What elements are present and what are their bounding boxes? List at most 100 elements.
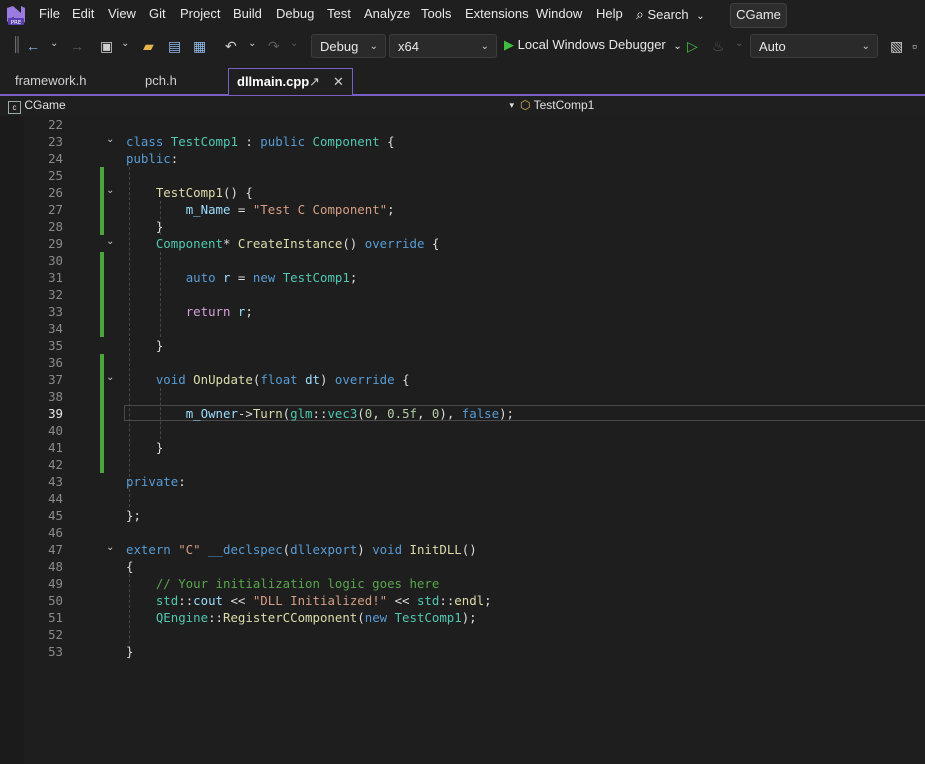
menu-window[interactable]: Window <box>536 6 582 21</box>
code-line[interactable]: 50 std::cout << "DLL Initialized!" << st… <box>0 592 925 609</box>
code-line[interactable]: 35 } <box>0 337 925 354</box>
code-token: ( <box>357 406 365 421</box>
code-line[interactable]: 49 // Your initialization logic goes her… <box>0 575 925 592</box>
code-text: }; <box>126 507 141 524</box>
menu-extensions[interactable]: Extensions <box>465 6 529 21</box>
search-button[interactable]: ⌕ Search ⌄ <box>636 6 705 23</box>
menu-help[interactable]: Help <box>596 6 623 21</box>
play-icon: ▶ <box>504 37 514 52</box>
code-line[interactable]: 51 QEngine::RegisterCComponent(new TestC… <box>0 609 925 626</box>
close-icon[interactable]: ✕ <box>333 69 344 95</box>
undo-icon[interactable]: ↶ <box>225 38 237 55</box>
line-number: 23 <box>48 134 63 149</box>
code-line[interactable]: 38 <box>0 388 925 405</box>
code-token: auto <box>185 270 223 285</box>
tab-dllmain-cpp[interactable]: dllmain.cpp ↗ ✕ <box>228 68 353 95</box>
start-without-debugging-icon[interactable]: ▷ <box>687 38 698 55</box>
tab-label: dllmain.cpp <box>237 74 310 89</box>
code-token: void <box>372 542 410 557</box>
auto-dropdown[interactable]: Auto ⌄ <box>750 34 878 58</box>
code-line[interactable]: 43 private: <box>0 473 925 490</box>
code-line[interactable]: 31 auto r = new TestComp1; <box>0 269 925 286</box>
code-line[interactable]: 42 <box>0 456 925 473</box>
code-line[interactable]: 39 m_Owner->Turn(glm::vec3(0, 0.5f, 0), … <box>0 405 925 422</box>
scope-name: TestComp1 <box>533 98 595 112</box>
code-line[interactable]: 46 <box>0 524 925 541</box>
code-line[interactable]: 47 extern "C" __declspec(dllexport) void … <box>0 541 925 558</box>
chevron-down-icon[interactable]: ⌄ <box>121 38 129 49</box>
save-icon[interactable]: ▤ <box>168 38 181 55</box>
code-token: TestComp1 <box>282 270 350 285</box>
menu-build[interactable]: Build <box>233 6 262 21</box>
menu-analyze[interactable]: Analyze <box>364 6 410 21</box>
pin-icon[interactable]: ↗ <box>309 69 320 95</box>
code-line[interactable]: 45}; <box>0 507 925 524</box>
code-line[interactable]: 29 Component* CreateInstance() override … <box>0 235 925 252</box>
chevron-down-icon[interactable]: ⌄ <box>248 38 256 49</box>
menu-project[interactable]: Project <box>180 6 220 21</box>
menu-edit[interactable]: Edit <box>72 6 94 21</box>
menu-tools[interactable]: Tools <box>421 6 451 21</box>
overflow-icon[interactable]: ▫ <box>912 38 917 54</box>
menu-test[interactable]: Test <box>327 6 351 21</box>
code-line[interactable]: 25 <box>0 167 925 184</box>
solution-name-badge[interactable]: CGame <box>730 3 787 28</box>
code-editor[interactable]: ⌄ ⌄ ⌄ ⌄ ⌄ 22 23 class TestComp1 : public C… <box>0 116 925 764</box>
code-line[interactable]: 28 } <box>0 218 925 235</box>
project-scope-dropdown[interactable]: c CGame ▾ <box>8 96 516 115</box>
navigate-back-icon[interactable]: ← <box>26 38 40 54</box>
new-project-icon[interactable]: ▣ <box>100 38 113 55</box>
code-token: ) <box>357 542 373 557</box>
platform-value: x64 <box>398 39 419 54</box>
menu-file[interactable]: File <box>39 6 60 21</box>
code-line[interactable]: 52 <box>0 626 925 643</box>
code-line[interactable]: 40 <box>0 422 925 439</box>
tab-pch-h[interactable]: pch.h <box>145 68 177 94</box>
code-token: m_Name <box>185 202 231 217</box>
save-all-icon[interactable]: ▦ <box>193 38 206 55</box>
menu-git[interactable]: Git <box>149 6 166 21</box>
code-token: new <box>364 610 395 625</box>
code-line[interactable]: 53} <box>0 643 925 660</box>
navigate-forward-icon[interactable]: → <box>70 38 84 54</box>
code-line[interactable]: 24 public: <box>0 150 925 167</box>
chevron-down-icon[interactable]: ⌄ <box>50 38 58 49</box>
tab-framework-h[interactable]: framework.h <box>15 68 87 94</box>
chevron-down-icon[interactable]: ⌄ <box>735 38 743 49</box>
chevron-down-icon: ▾ <box>509 100 514 110</box>
code-token: } <box>126 644 134 659</box>
code-line[interactable]: 34 <box>0 320 925 337</box>
member-scope-dropdown[interactable]: ⬡ TestComp1 <box>520 96 594 115</box>
redo-icon[interactable]: ↷ <box>268 38 280 55</box>
code-line[interactable]: 30 <box>0 252 925 269</box>
code-line[interactable]: 23 class TestComp1 : public Component { <box>0 133 925 150</box>
code-line[interactable]: 26 TestComp1() { <box>0 184 925 201</box>
solution-explorer-icon[interactable]: ▧ <box>890 38 903 55</box>
code-line[interactable]: 33 return r; <box>0 303 925 320</box>
code-line[interactable]: 36 <box>0 354 925 371</box>
menu-debug[interactable]: Debug <box>276 6 314 21</box>
code-line[interactable]: 37 void OnUpdate(float dt) override { <box>0 371 925 388</box>
start-debugging-button[interactable]: ▶ Local Windows Debugger ⌄ <box>504 37 682 53</box>
open-folder-icon[interactable]: ▰ <box>143 38 154 55</box>
code-line[interactable]: 48 { <box>0 558 925 575</box>
code-line[interactable]: 27 m_Name = "Test C Component"; <box>0 201 925 218</box>
menu-view[interactable]: View <box>108 6 136 21</box>
visual-studio-preview-logo-icon[interactable]: PRE <box>5 4 27 26</box>
code-line[interactable]: 44 <box>0 490 925 507</box>
code-line[interactable]: 22 <box>0 116 925 133</box>
hot-reload-icon[interactable]: ♨ <box>712 38 725 55</box>
code-text: return r; <box>126 303 253 320</box>
platform-dropdown[interactable]: x64 ⌄ <box>389 34 497 58</box>
line-number: 29 <box>48 236 63 251</box>
code-line[interactable]: 41 } <box>0 439 925 456</box>
code-token: TestComp1 <box>394 610 462 625</box>
line-number: 37 <box>48 372 63 387</box>
chevron-down-icon[interactable]: ⌄ <box>290 38 298 49</box>
configuration-dropdown[interactable]: Debug ⌄ <box>311 34 386 58</box>
code-line[interactable]: 32 <box>0 286 925 303</box>
code-token: ); <box>461 610 477 625</box>
